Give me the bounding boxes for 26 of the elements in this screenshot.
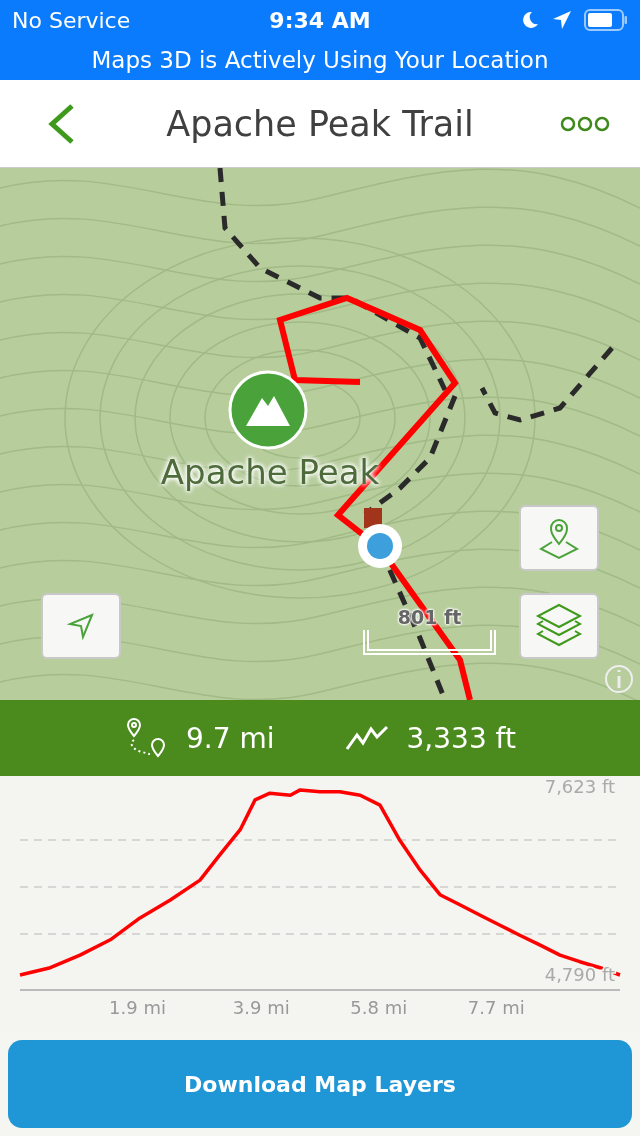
trailhead-marker	[364, 508, 382, 528]
moon-icon	[520, 10, 540, 30]
battery-icon	[584, 8, 628, 32]
mountain-peak-icon	[228, 370, 308, 450]
x-axis-label: 3.9 mi	[232, 997, 290, 1018]
download-map-layers-button[interactable]: Download Map Layers	[8, 1040, 632, 1128]
info-icon	[605, 665, 633, 693]
screen-title: Apache Peak Trail	[166, 103, 474, 144]
distance-value: 9.7 mi	[186, 721, 275, 755]
carrier-name: No Service	[12, 7, 131, 33]
x-axis-label: 5.8 mi	[350, 997, 408, 1018]
navigation-arrow-icon	[67, 612, 95, 640]
layers-icon	[535, 603, 583, 649]
map-pin-button[interactable]	[519, 505, 599, 571]
current-location-dot	[358, 524, 402, 568]
x-axis-label: 7.7 mi	[467, 997, 525, 1018]
y-axis-label: 7,623 ft	[544, 776, 615, 797]
more-button[interactable]	[560, 115, 610, 132]
elevation-gain-value: 3,333 ft	[406, 721, 516, 755]
map-pin-icon	[537, 516, 581, 560]
map-layers-button[interactable]	[519, 593, 599, 659]
location-arrow-icon	[552, 10, 572, 30]
x-axis-label: 1.9 mi	[109, 997, 166, 1018]
location-banner-text: Maps 3D is Actively Using Your Location	[91, 47, 549, 73]
status-time: 9:34 AM	[269, 7, 371, 33]
locate-button[interactable]	[41, 593, 121, 659]
